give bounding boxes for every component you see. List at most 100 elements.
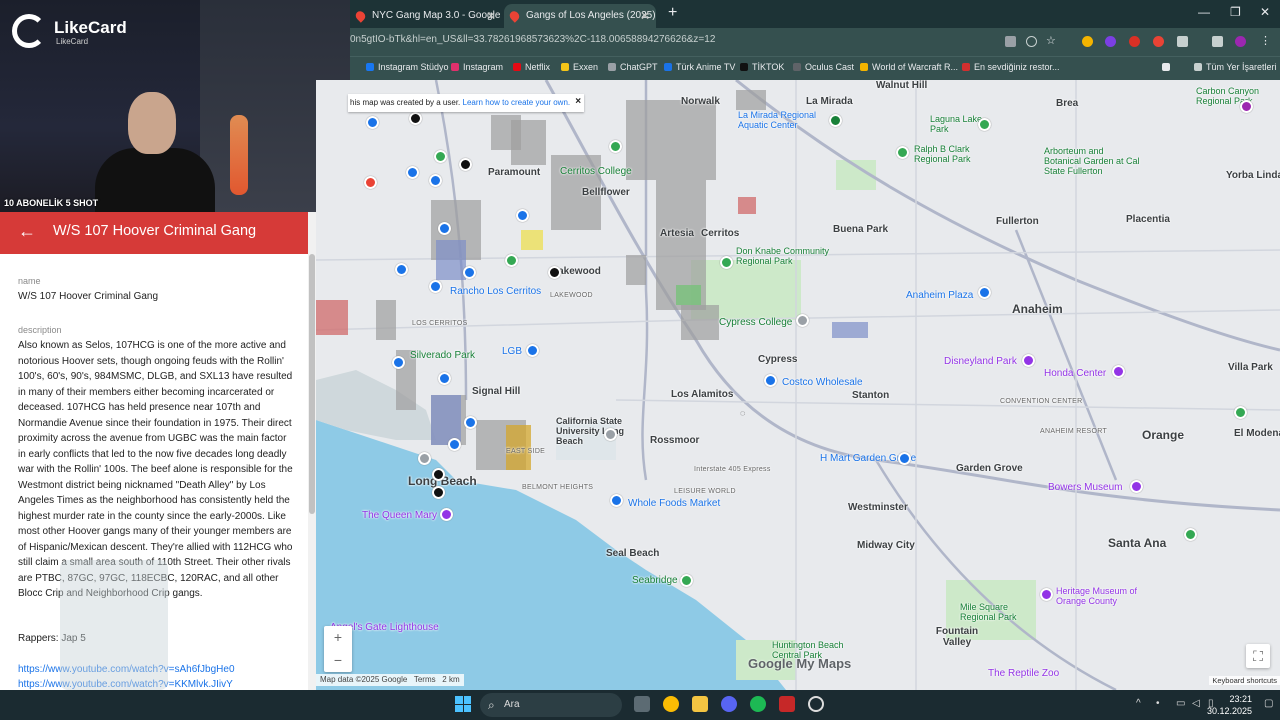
territory-polygon[interactable] (832, 322, 868, 338)
notifications-icon[interactable]: ▢ (1264, 698, 1273, 709)
extension-icon[interactable] (1105, 36, 1116, 47)
map-marker[interactable] (409, 112, 422, 125)
map-marker[interactable] (434, 150, 447, 163)
map-marker[interactable] (978, 286, 991, 299)
map-canvas[interactable]: Norwalk La Mirada Brea Paramount Bellflo… (316, 80, 1280, 690)
map-marker[interactable] (516, 209, 529, 222)
map-marker[interactable] (432, 468, 445, 481)
close-notice-icon[interactable]: × (575, 93, 581, 111)
map-marker[interactable] (610, 494, 623, 507)
map-marker[interactable] (440, 508, 453, 521)
map-marker[interactable] (432, 486, 445, 499)
keyboard-shortcuts-link[interactable]: Keyboard shortcuts (1209, 676, 1280, 685)
url-field[interactable]: 0n5gtIO-bTk&hl=en_US&ll=33.7826196857362… (350, 34, 715, 45)
task-view-icon[interactable] (634, 696, 650, 712)
map-marker[interactable] (609, 140, 622, 153)
app-icon[interactable] (779, 696, 795, 712)
media-icon[interactable] (1212, 36, 1223, 47)
zoom-icon[interactable] (1026, 36, 1037, 47)
territory-polygon[interactable] (316, 300, 348, 335)
network-icon[interactable]: ▭ (1176, 698, 1185, 709)
map-marker[interactable] (448, 438, 461, 451)
taskbar-search[interactable]: Ara (480, 693, 622, 717)
bookmark-item[interactable]: Instagram (451, 62, 503, 72)
scroll-thumb[interactable] (309, 254, 315, 514)
map-marker[interactable] (680, 574, 693, 587)
map-marker[interactable] (366, 116, 379, 129)
bookmark-item[interactable]: Oculus Cast (793, 62, 854, 72)
map-marker[interactable] (526, 344, 539, 357)
panel-scrollbar[interactable] (308, 212, 316, 690)
back-arrow-icon[interactable]: ← (18, 221, 36, 242)
tab-nyc-gang-map[interactable]: NYC Gang Map 3.0 - Google M ✕ (350, 4, 502, 28)
map-marker[interactable] (463, 266, 476, 279)
map-marker[interactable] (548, 266, 561, 279)
map-marker[interactable] (1184, 528, 1197, 541)
map-marker[interactable] (418, 452, 431, 465)
bookmark-star-icon[interactable]: ☆ (1046, 36, 1057, 47)
map-marker[interactable] (978, 118, 991, 131)
obs-icon[interactable] (808, 696, 824, 712)
bookmark-item[interactable]: TİKTOK (740, 62, 784, 72)
bookmark-item[interactable]: Netflix (513, 62, 550, 72)
bookmarks-overflow-icon[interactable]: » (1162, 62, 1171, 72)
spotify-icon[interactable] (750, 696, 766, 712)
map-marker[interactable] (464, 416, 477, 429)
map-marker[interactable] (1112, 365, 1125, 378)
close-window-button[interactable]: ✕ (1260, 5, 1270, 19)
windows-start-icon[interactable] (455, 696, 471, 712)
extension-icon[interactable] (1082, 36, 1093, 47)
territory-polygon[interactable] (521, 230, 543, 250)
terms-link[interactable]: Terms (414, 675, 436, 684)
map-marker[interactable] (429, 280, 442, 293)
extensions-puzzle-icon[interactable] (1177, 36, 1188, 47)
bookmark-item[interactable]: En sevdiğiniz restor... (962, 62, 1060, 72)
all-bookmarks[interactable]: Tüm Yer İşaretleri (1194, 62, 1277, 72)
tab-gangs-la[interactable]: Gangs of Los Angeles (2025) - G ✕ (504, 4, 656, 28)
map-marker[interactable] (896, 146, 909, 159)
map-marker[interactable] (898, 452, 911, 465)
volume-icon[interactable]: ◁ (1192, 698, 1200, 709)
zoom-out-button[interactable]: − (324, 649, 352, 672)
bookmark-item[interactable]: World of Warcraft R... (860, 62, 958, 72)
territory-polygon[interactable] (436, 240, 466, 280)
file-explorer-icon[interactable] (692, 696, 708, 712)
profile-avatar[interactable] (1235, 36, 1246, 47)
zoom-in-button[interactable]: + (324, 626, 352, 649)
map-marker[interactable] (796, 314, 809, 327)
map-marker[interactable] (604, 428, 617, 441)
map-marker[interactable] (1240, 100, 1253, 113)
bookmark-item[interactable]: Exxen (561, 62, 598, 72)
map-marker[interactable] (459, 158, 472, 171)
territory-polygon[interactable] (738, 197, 756, 214)
map-marker[interactable] (438, 222, 451, 235)
learn-more-link[interactable]: Learn how to create your own. (463, 98, 571, 107)
restore-button[interactable]: ❐ (1230, 5, 1241, 19)
map-marker[interactable] (429, 174, 442, 187)
map-marker[interactable] (1234, 406, 1247, 419)
menu-dots-icon[interactable]: ⋮ (1260, 36, 1271, 47)
map-marker[interactable] (395, 263, 408, 276)
chrome-icon[interactable] (663, 696, 679, 712)
new-tab-button[interactable]: + (668, 4, 677, 22)
bookmark-item[interactable]: Türk Anime TV (664, 62, 735, 72)
translate-icon[interactable] (1005, 36, 1016, 47)
map-marker[interactable] (1022, 354, 1035, 367)
map-marker[interactable] (1130, 480, 1143, 493)
tray-overflow-icon[interactable]: ^ (1136, 698, 1141, 709)
map-marker[interactable] (406, 166, 419, 179)
map-marker[interactable] (438, 372, 451, 385)
fullscreen-icon[interactable]: ⛶ (1246, 644, 1270, 668)
extension-icon[interactable] (1153, 36, 1164, 47)
bookmark-item[interactable]: ChatGPT (608, 62, 658, 72)
microphone-icon[interactable]: • (1156, 698, 1160, 709)
close-tab-icon[interactable]: ✕ (486, 4, 496, 28)
map-marker[interactable] (364, 176, 377, 189)
map-marker[interactable] (392, 356, 405, 369)
map-marker[interactable] (720, 256, 733, 269)
map-marker[interactable] (505, 254, 518, 267)
discord-icon[interactable] (721, 696, 737, 712)
territory-polygon[interactable] (676, 285, 701, 305)
close-tab-icon[interactable]: ✕ (640, 4, 650, 28)
map-marker[interactable] (1040, 588, 1053, 601)
